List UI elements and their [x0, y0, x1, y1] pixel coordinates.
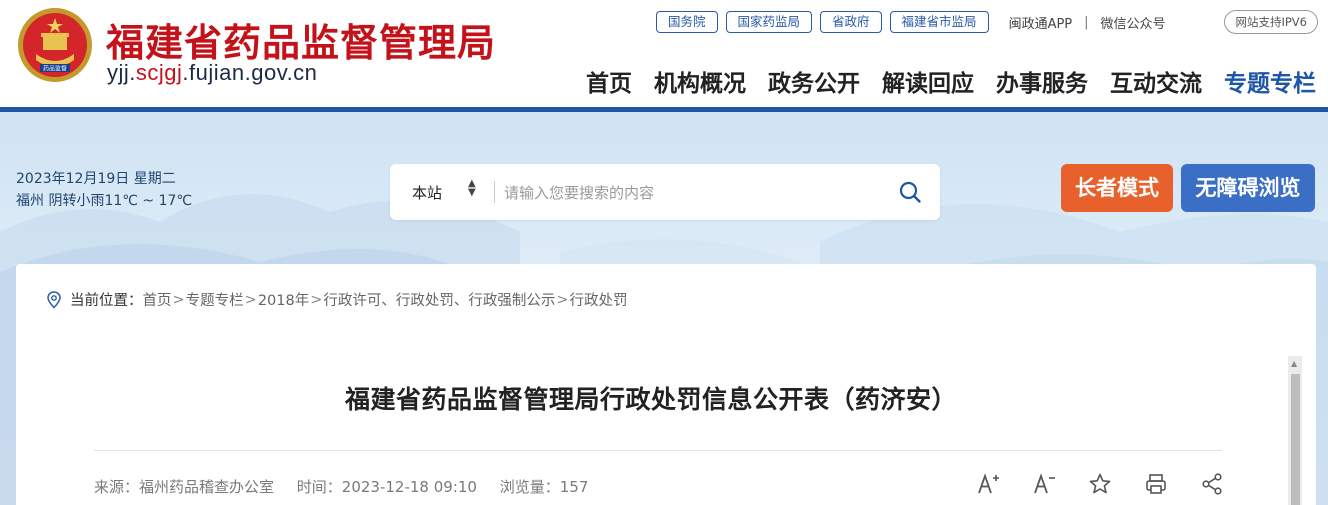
ipv6-badge: 网站支持IPV6 — [1224, 10, 1318, 34]
print-icon[interactable] — [1144, 472, 1168, 496]
article-tools — [944, 472, 1224, 496]
scrollbar[interactable]: ▲ — [1288, 356, 1302, 505]
font-decrease-icon[interactable] — [1032, 472, 1056, 496]
article-views: 浏览量：157 — [499, 478, 589, 496]
breadcrumb-home[interactable]: 首页 — [143, 289, 172, 310]
current-date: 2023年12月19日 星期二 — [16, 171, 176, 187]
main-nav: 首页 机构概况 政务公开 解读回应 办事服务 互动交流 专题专栏 — [564, 64, 1316, 98]
nav-interpretation[interactable]: 解读回应 — [882, 64, 974, 98]
location-pin-icon — [47, 290, 61, 309]
breadcrumb-separator: > — [310, 291, 323, 308]
search-input[interactable] — [502, 178, 866, 208]
domain-highlight: scjgj — [135, 60, 183, 85]
link-provincial-gov[interactable]: 省政府 — [820, 11, 882, 33]
article-time: 时间：2023-12-18 09:10 — [296, 478, 477, 496]
search-divider — [494, 181, 495, 203]
top-divider: | — [1084, 14, 1089, 30]
domain-suffix: .fujian.gov.cn — [182, 60, 318, 85]
article-title: 福建省药品监督管理局行政处罚信息公开表（药济安） — [344, 385, 957, 414]
link-mzt-app[interactable]: 闽政通APP — [1009, 13, 1073, 32]
breadcrumb-separator: > — [172, 291, 185, 308]
search-scope-select[interactable]: 本站 — [412, 182, 442, 203]
emblem-caption: 药品监督 — [43, 65, 67, 73]
search-icon[interactable] — [898, 180, 922, 204]
link-market-supervision[interactable]: 福建省市监局 — [889, 11, 989, 33]
accessible-browse-button[interactable]: 无障碍浏览 — [1181, 164, 1315, 212]
share-icon[interactable] — [1200, 472, 1224, 496]
updown-arrows-icon[interactable]: ▲ ▼ — [468, 179, 476, 198]
weather-info: 福州 阴转小雨11℃ ~ 17℃ — [16, 193, 193, 209]
top-links: 国务院 国家药监局 省政府 福建省市监局 闽政通APP | 微信公众号 — [656, 10, 1166, 34]
article-meta: 来源：福州药品稽查办公室 时间：2023-12-18 09:10 浏览量：157 — [94, 476, 606, 497]
link-state-council[interactable]: 国务院 — [656, 11, 718, 33]
font-increase-icon[interactable] — [976, 472, 1000, 496]
favorite-star-icon[interactable] — [1088, 472, 1112, 496]
breadcrumb-separator: > — [244, 291, 257, 308]
breadcrumb-special-topics[interactable]: 专题专栏 — [186, 289, 244, 310]
date-weather: 2023年12月19日 星期二 福州 阴转小雨11℃ ~ 17℃ — [16, 168, 192, 212]
breadcrumb: 当前位置： 首页 > 专题专栏 > 2018年 > 行政许可、行政处罚、行政强制… — [46, 289, 628, 310]
nav-home[interactable]: 首页 — [586, 64, 632, 98]
article-source: 来源：福州药品稽查办公室 — [94, 478, 275, 496]
link-nmpa[interactable]: 国家药监局 — [725, 11, 813, 33]
site-domain: yjj.scjgj.fujian.gov.cn — [107, 60, 317, 86]
nav-gov-affairs[interactable]: 政务公开 — [768, 64, 860, 98]
scrollbar-thumb[interactable] — [1291, 374, 1300, 505]
breadcrumb-separator: > — [556, 291, 569, 308]
nav-interaction[interactable]: 互动交流 — [1110, 64, 1202, 98]
link-wechat[interactable]: 微信公众号 — [1101, 13, 1166, 32]
title-divider — [94, 450, 1222, 451]
site-header: 药品监督 福建省药品监督管理局 yjj.scjgj.fujian.gov.cn … — [0, 0, 1328, 107]
elder-mode-button[interactable]: 长者模式 — [1061, 164, 1173, 212]
national-emblem-icon[interactable]: 药品监督 — [16, 6, 94, 84]
search-box: 本站 ▲ ▼ — [390, 164, 940, 220]
breadcrumb-label: 当前位置： — [70, 293, 143, 309]
nav-about[interactable]: 机构概况 — [654, 64, 746, 98]
nav-services[interactable]: 办事服务 — [996, 64, 1088, 98]
breadcrumb-publicity[interactable]: 行政许可、行政处罚、行政强制公示 — [323, 289, 555, 310]
domain-prefix: yjj. — [107, 60, 136, 85]
article-card: 当前位置： 首页 > 专题专栏 > 2018年 > 行政许可、行政处罚、行政强制… — [16, 264, 1316, 505]
site-title[interactable]: 福建省药品监督管理局 — [106, 12, 496, 67]
scroll-up-icon[interactable]: ▲ — [1291, 359, 1297, 368]
breadcrumb-2018[interactable]: 2018年 — [258, 289, 309, 310]
nav-special-topics[interactable]: 专题专栏 — [1224, 64, 1316, 98]
breadcrumb-penalty[interactable]: 行政处罚 — [570, 289, 628, 310]
